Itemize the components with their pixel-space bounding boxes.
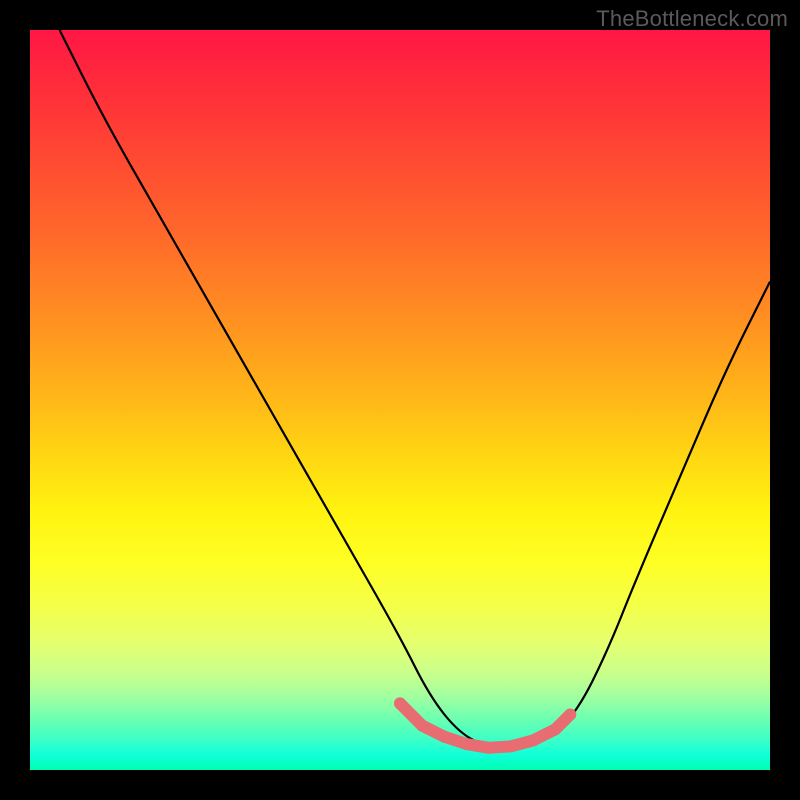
valley-marker [505, 740, 517, 752]
valley-marker-group [394, 697, 576, 753]
valley-marker [549, 723, 561, 735]
valley-marker [564, 709, 576, 721]
valley-marker [461, 738, 473, 750]
plot-area [30, 30, 770, 770]
valley-marker [483, 742, 495, 754]
valley-marker [416, 720, 428, 732]
curve-layer [30, 30, 770, 770]
valley-marker [438, 731, 450, 743]
valley-marker [394, 697, 406, 709]
bottleneck-curve-path [60, 30, 770, 748]
valley-marker [527, 734, 539, 746]
bottleneck-chart: TheBottleneck.com [0, 0, 800, 800]
watermark-text: TheBottleneck.com [596, 6, 788, 32]
